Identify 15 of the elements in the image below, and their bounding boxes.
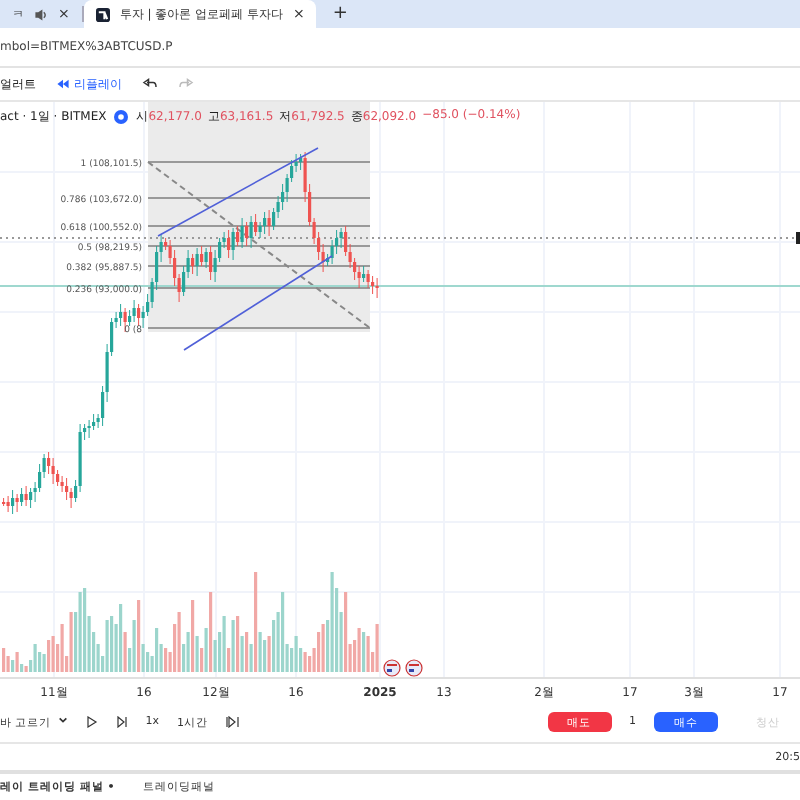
jump-to-end-icon[interactable]: [226, 716, 241, 728]
price-marker: [796, 232, 800, 244]
trend-line[interactable]: [147, 161, 371, 329]
flag-icon[interactable]: [405, 659, 423, 677]
new-tab-button[interactable]: +: [332, 4, 348, 24]
caret-icon: [57, 715, 68, 723]
speaker-icon[interactable]: [34, 7, 48, 21]
parallel-channel-drawing[interactable]: [157, 147, 333, 351]
replay-icon: [56, 78, 70, 90]
play-icon[interactable]: [85, 716, 98, 728]
site-logo-icon: [95, 7, 110, 21]
step-forward-icon[interactable]: [115, 716, 128, 728]
undo-icon[interactable]: [142, 78, 158, 90]
coin-icon: [114, 110, 129, 124]
flag-icon[interactable]: [383, 659, 401, 677]
